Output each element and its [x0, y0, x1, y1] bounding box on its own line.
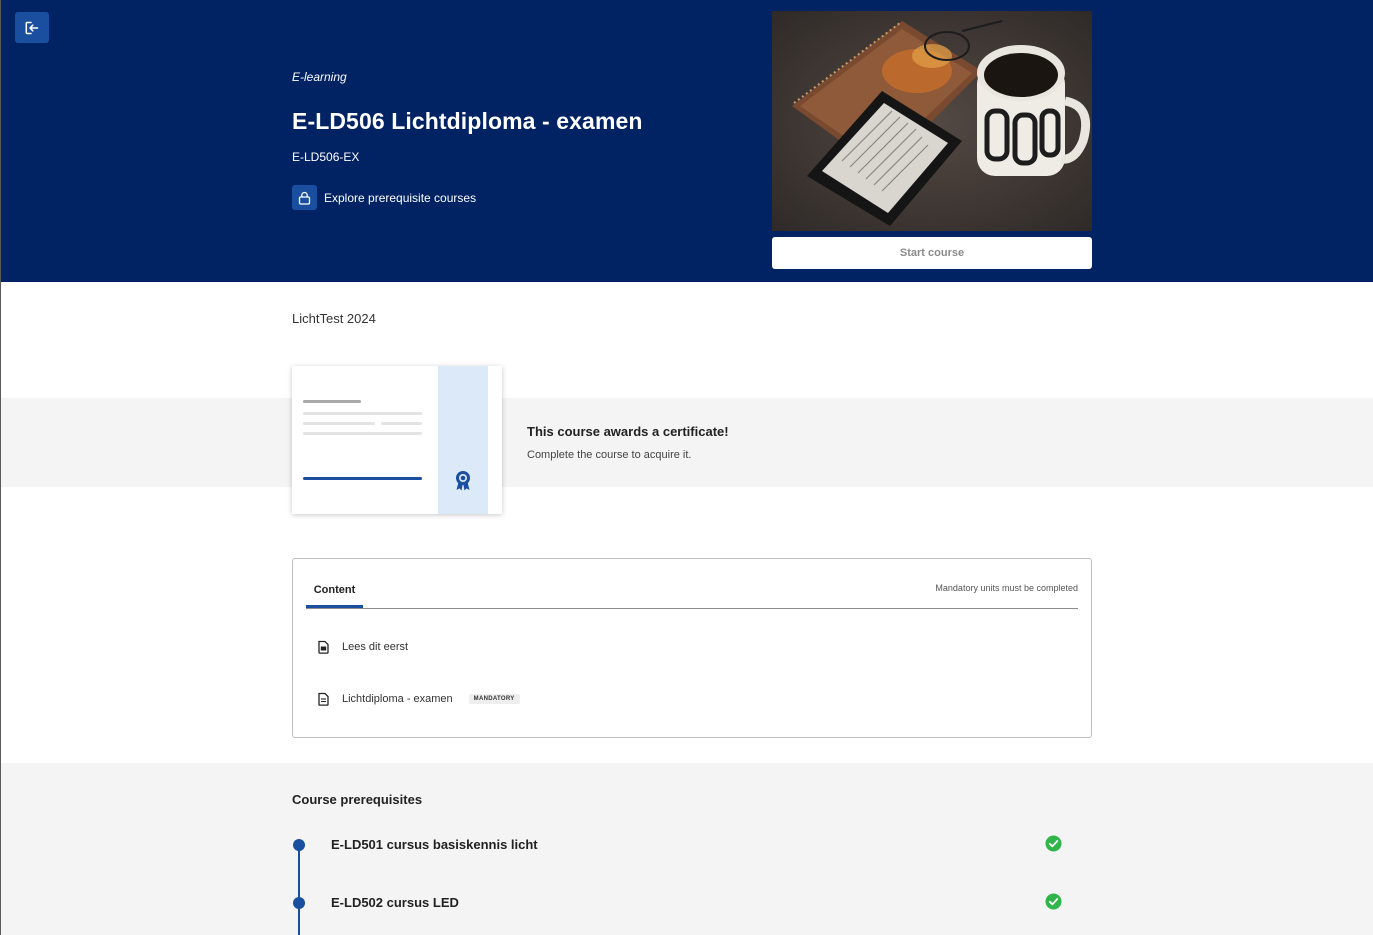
mandatory-note: Mandatory units must be completed — [935, 583, 1078, 593]
mandatory-badge: MANDATORY — [468, 694, 520, 704]
check-circle-icon — [1045, 893, 1062, 910]
certificate-title: This course awards a certificate! — [527, 424, 729, 439]
document-icon — [318, 640, 329, 654]
check-circle-icon — [1045, 835, 1062, 852]
timeline-line — [298, 843, 300, 935]
unit-title: Lees dit eerst — [342, 641, 409, 653]
unit-title: Lichtdiploma - examen — [342, 693, 453, 705]
certificate-illustration — [292, 366, 502, 514]
course-type-label: E-learning — [292, 70, 347, 84]
certificate-band — [1, 398, 1373, 487]
document-icon — [318, 692, 329, 706]
unit-item[interactable]: Lichtdiploma - examen MANDATORY — [318, 692, 520, 706]
course-title: E-LD506 Lichtdiploma - examen — [292, 108, 643, 134]
course-cover-image — [772, 11, 1092, 231]
exit-icon — [25, 21, 39, 34]
explore-prerequisites-link[interactable]: Explore prerequisite courses — [292, 185, 476, 210]
explore-prerequisites-label: Explore prerequisite courses — [324, 190, 477, 205]
tab-divider — [306, 608, 1078, 609]
tab-content[interactable]: Content — [306, 575, 363, 608]
exit-button[interactable] — [15, 12, 49, 43]
content-panel: Content Mandatory units must be complete… — [292, 558, 1092, 738]
start-course-button[interactable]: Start course — [772, 237, 1092, 269]
certificate-subtitle: Complete the course to acquire it. — [527, 449, 692, 461]
prerequisite-course-name[interactable]: E-LD502 cursus LED — [331, 895, 459, 910]
prerequisites-heading: Course prerequisites — [292, 792, 423, 807]
timeline-dot — [293, 897, 305, 909]
prerequisites-section: Course prerequisites E-LD501 cursus basi… — [1, 763, 1373, 935]
course-code: E-LD506-EX — [292, 150, 360, 164]
catalog-name: LichtTest 2024 — [292, 311, 376, 326]
timeline-dot — [293, 839, 305, 851]
prerequisite-course-name[interactable]: E-LD501 cursus basiskennis licht — [331, 837, 538, 852]
lock-icon — [292, 185, 317, 210]
award-icon — [456, 471, 470, 491]
unit-item[interactable]: Lees dit eerst — [318, 640, 408, 654]
course-header: E-learning E-LD506 Lichtdiploma - examen… — [1, 0, 1373, 282]
